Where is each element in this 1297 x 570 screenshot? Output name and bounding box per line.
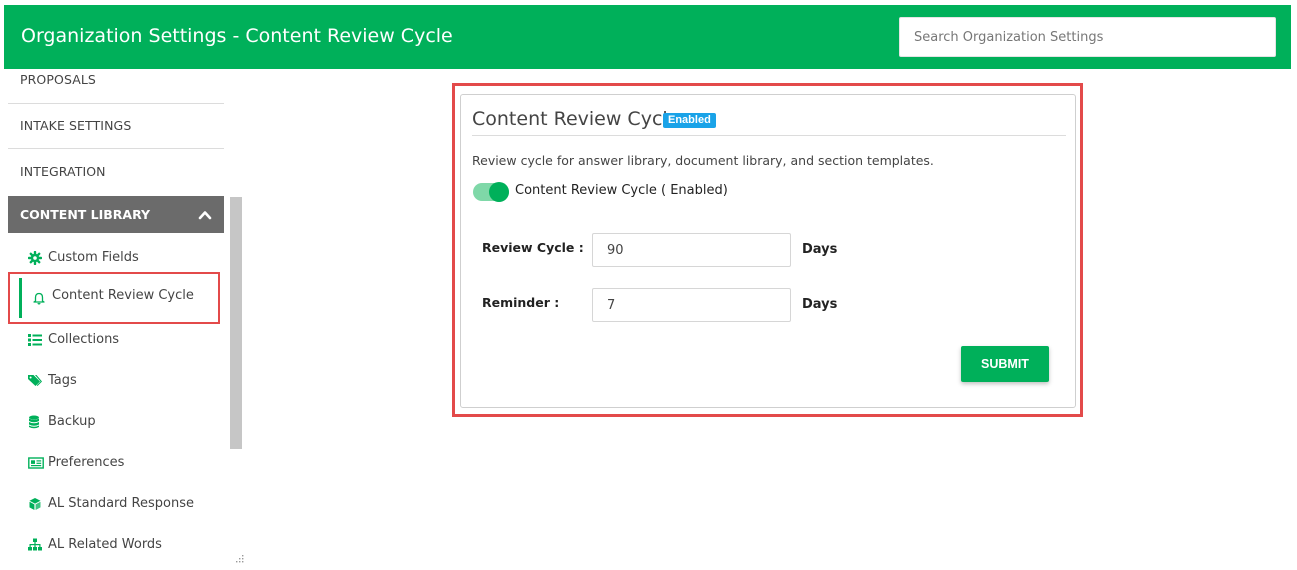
sidebar-item-al-standard-response[interactable]: AL Standard Response [22,492,222,516]
sidebar-item-preferences[interactable]: Preferences [22,451,222,475]
submit-button[interactable]: SUBMIT [961,346,1049,382]
sidebar-section-content-library[interactable]: CONTENT LIBRARY [8,196,224,233]
panel-description: Review cycle for answer library, documen… [472,153,934,168]
sidebar-item-al-related-words[interactable]: AL Related Words [22,533,222,557]
sidebar-item-proposals[interactable]: PROPOSALS [8,69,224,102]
search-input[interactable] [899,17,1276,57]
reminder-label: Reminder : [482,295,560,310]
content-review-cycle-panel: Content Review Cycle Enabled Review cycl… [460,94,1076,408]
sidebar-item-backup[interactable]: Backup [22,410,222,434]
chevron-up-icon[interactable] [198,208,212,222]
sidebar-item-label: AL Standard Response [48,496,194,511]
sidebar-item-label: Custom Fields [48,250,139,265]
tags-icon [28,375,42,386]
sitemap-icon [28,538,42,551]
toggle-knob [489,182,509,202]
sidebar: PROPOSALS INTAKE SETTINGS INTEGRATION CO… [8,69,244,570]
gear-icon [28,251,42,265]
sidebar-item-label: Backup [48,414,96,429]
sidebar-item-custom-fields[interactable]: Custom Fields [22,246,222,270]
sidebar-item-label: Preferences [48,455,125,470]
bell-icon [33,292,45,305]
review-cycle-input[interactable] [592,233,791,267]
sidebar-item-intake-settings[interactable]: INTAKE SETTINGS [8,103,224,148]
cube-icon [29,498,41,510]
app-header: Organization Settings - Content Review C… [4,5,1291,69]
reminder-unit: Days [802,297,838,312]
section-label: CONTENT LIBRARY [20,207,151,222]
sidebar-item-content-review-cycle[interactable]: Content Review Cycle [8,272,220,324]
sidebar-item-integration[interactable]: INTEGRATION [8,149,224,194]
sidebar-item-label: Content Review Cycle [52,288,194,303]
sidebar-item-tags[interactable]: Tags [22,369,222,393]
review-cycle-unit: Days [802,242,838,257]
panel-title: Content Review Cycle [472,108,680,130]
page-title: Organization Settings - Content Review C… [21,25,453,47]
resize-grip-icon[interactable] [234,553,244,563]
sidebar-item-collections[interactable]: Collections [22,328,222,352]
list-icon [28,334,42,346]
review-cycle-label: Review Cycle : [482,240,584,255]
sidebar-scrollbar[interactable] [230,197,242,449]
sidebar-item-label: Tags [48,373,77,388]
newspaper-icon [28,457,44,469]
reminder-input[interactable] [592,288,791,322]
sidebar-item-label: Collections [48,332,120,347]
toggle-label: Content Review Cycle ( Enabled) [515,183,728,198]
database-icon [29,415,39,429]
sidebar-item-label: AL Related Words [48,537,162,552]
active-indicator [19,278,22,318]
divider [472,135,1066,136]
status-badge: Enabled [663,113,716,128]
review-cycle-toggle[interactable] [473,182,509,202]
